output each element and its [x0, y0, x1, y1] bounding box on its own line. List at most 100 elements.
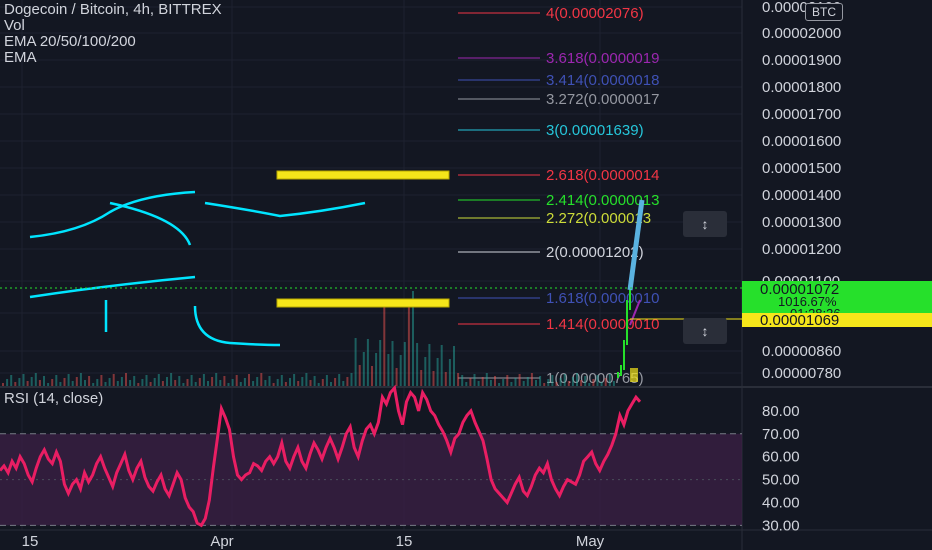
volume-bar [342, 381, 345, 386]
volume-bar [18, 378, 21, 386]
drawing-stroke [29, 190, 196, 239]
volume-bar [47, 383, 50, 386]
volume-bar [26, 381, 29, 386]
time-axis-tick-label: Apr [210, 533, 233, 550]
volume-bar [469, 378, 472, 386]
price-axis-tick-label: 0.00001600 [762, 133, 841, 150]
volume-bar [489, 380, 492, 386]
volume-bar [551, 375, 554, 386]
legend-ema[interactable]: EMA [4, 50, 222, 66]
scale-icon[interactable]: ↕ [683, 318, 727, 344]
fib-level-label: 1.618(0.0000010 [546, 290, 659, 307]
volume-bar [420, 370, 423, 386]
volume-bar [440, 345, 443, 386]
volume-bar [96, 379, 99, 386]
volume-bar [252, 381, 255, 386]
symbol-title[interactable]: Dogecoin / Bitcoin, 4h, BITTREX [4, 2, 222, 18]
volume-bar [67, 374, 70, 386]
volume-bar [444, 372, 447, 386]
volume-bar [350, 373, 353, 386]
time-axis-tick-label: 15 [22, 533, 39, 550]
volume-bar [465, 382, 468, 386]
volume-bar [84, 380, 86, 386]
scale-icon[interactable]: ↕ [683, 211, 727, 237]
volume-bar [510, 382, 513, 386]
volume-bar [170, 373, 173, 386]
volume-bar [358, 365, 361, 386]
volume-bar [366, 339, 369, 386]
volume-bar [453, 346, 455, 386]
rsi-title[interactable]: RSI (14, close) [4, 390, 103, 407]
volume-bar [223, 376, 226, 386]
volume-bar [207, 381, 209, 386]
price-axis-tick-label: 0.00001700 [762, 106, 841, 123]
volume-bar [30, 377, 33, 386]
volume-bar [202, 374, 205, 386]
volume-bar [43, 376, 45, 386]
volume-bar [289, 378, 291, 386]
volume-bar [535, 380, 537, 386]
fib-level-label: 2(0.00001202) [546, 244, 644, 261]
volume-bar [256, 377, 259, 386]
volume-bar [383, 306, 386, 386]
volume-bar [215, 373, 218, 386]
volume-bar [317, 383, 320, 386]
volume-bar [268, 376, 271, 386]
fib-level-label: 2.618(0.0000014 [546, 167, 659, 184]
volume-bar [321, 379, 324, 386]
volume-bar [325, 375, 328, 386]
fib-level-label: 3.618(0.0000019 [546, 50, 659, 67]
volume-bar [211, 377, 214, 386]
volume-bar [600, 382, 603, 386]
volume-bar [305, 373, 308, 386]
volume-bar [284, 382, 287, 386]
volume-bar [22, 374, 25, 386]
price-axis-tick-label: 0.00001800 [762, 79, 841, 96]
volume-bar [432, 371, 435, 386]
volume-bar [473, 374, 476, 386]
price-axis-tick-label: 0.00001900 [762, 52, 841, 69]
volume-bar [362, 352, 365, 386]
volume-bar [108, 378, 111, 386]
volume-bar [280, 375, 283, 386]
volume-bar [182, 383, 185, 386]
volume-bar [6, 379, 9, 386]
volume-bar [264, 380, 267, 386]
fib-level-label: 3.272(0.0000017 [546, 91, 659, 108]
volume-bar [518, 374, 521, 386]
chart-root: 0.00002100 0.00002000 0.00001900 0.00001800… [0, 0, 932, 550]
volume-bar [539, 376, 542, 386]
time-axis-tick-label: 15 [396, 533, 413, 550]
legend-ema-set[interactable]: EMA 20/50/100/200 [4, 34, 222, 50]
price-axis-tick-label: 0.00001400 [762, 187, 841, 204]
volume-bar [231, 379, 234, 386]
volume-bar [371, 366, 373, 386]
drawing-stroke [193, 305, 281, 347]
volume-bar [92, 383, 95, 386]
volume-bar [157, 374, 160, 386]
volume-bar [457, 373, 460, 386]
volume-bar [51, 379, 54, 386]
drawing-stroke [109, 201, 192, 246]
volume-bar [149, 382, 152, 386]
volume-bar [125, 373, 127, 386]
volume-bar [354, 338, 357, 386]
volume-bar [399, 355, 402, 386]
chart-svg[interactable]: 0.000021000.000020000.000019000.00001800… [0, 0, 932, 550]
price-candle [630, 368, 638, 382]
volume-bar [14, 382, 17, 386]
legend-vol[interactable]: Vol [4, 18, 222, 34]
fib-level-label: 3(0.00001639) [546, 122, 644, 139]
volume-bar [190, 375, 193, 386]
price-axis-tick-label: 0.00001500 [762, 160, 841, 177]
volume-bar [543, 383, 546, 386]
currency-badge[interactable]: BTC [805, 3, 843, 21]
volume-bar [260, 373, 263, 386]
volume-bar [563, 374, 566, 386]
volume-bar [387, 354, 390, 386]
volume-bar [334, 378, 337, 386]
drawing-stroke [29, 275, 196, 299]
volume-bar [112, 374, 115, 386]
volume-bar [346, 377, 349, 386]
volume-bar [166, 377, 168, 386]
